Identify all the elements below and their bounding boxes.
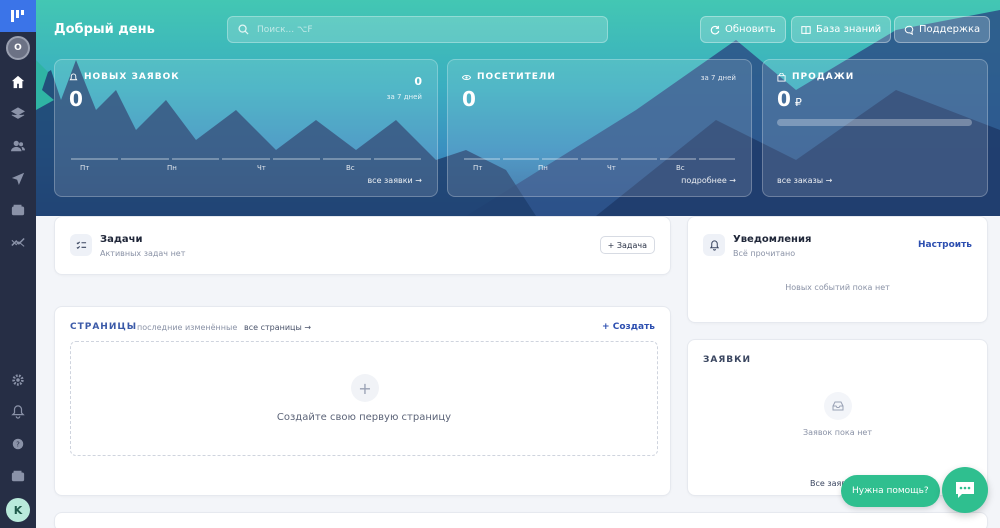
layers-icon[interactable]: [0, 98, 36, 130]
empty-pages-dropzone[interactable]: + Создайте свою первую страницу: [70, 341, 658, 456]
new-leads-title: НОВЫХ ЗАЯВОК: [69, 72, 180, 82]
sales-title: ПРОДАЖИ: [777, 72, 854, 82]
checklist-icon: [70, 234, 92, 256]
search-icon: [238, 24, 249, 35]
day-label: Пн: [538, 164, 548, 172]
search-placeholder: Поиск... ⌥F: [257, 24, 313, 35]
refresh-button[interactable]: Обновить: [700, 16, 786, 43]
sales-card: ПРОДАЖИ 0 ₽ все заказы →: [762, 59, 988, 197]
tasks-card: Задачи Активных задач нет + Задача: [54, 216, 671, 275]
bottom-card: [54, 512, 988, 528]
home-icon[interactable]: [0, 66, 36, 98]
tasks-title: Задачи: [100, 234, 143, 245]
user-avatar[interactable]: K: [6, 498, 30, 522]
leads-panel-title: ЗАЯВКИ: [703, 355, 752, 365]
new-leads-bars: [71, 158, 421, 160]
knowledge-base-label: База знаний: [816, 24, 882, 35]
book-icon: [801, 25, 811, 34]
chat-icon: [956, 482, 974, 498]
day-label: Вс: [346, 164, 355, 172]
bell-icon: [703, 234, 725, 256]
pages-empty-text: Создайте свою первую страницу: [276, 412, 452, 423]
sales-label: ПРОДАЖИ: [792, 72, 855, 82]
day-label: Пт: [80, 164, 90, 172]
workspace-avatar[interactable]: O: [6, 36, 30, 60]
day-label: Вс: [676, 164, 685, 172]
day-label: Чт: [607, 164, 616, 172]
visitors-period: за 7 дней: [700, 74, 736, 82]
all-leads-link[interactable]: все заявки →: [367, 176, 422, 185]
leads-empty-text: Заявок пока нет: [802, 428, 873, 437]
sidebar: O ? K: [0, 0, 36, 528]
new-leads-card: НОВЫХ ЗАЯВОК 0 0 за 7 дней Пт Пн Чт Вс в…: [54, 59, 438, 197]
help-pill[interactable]: Нужна помощь?: [841, 475, 940, 507]
users-icon[interactable]: [0, 130, 36, 162]
support-button[interactable]: Поддержка: [894, 16, 991, 43]
new-leads-period: за 7 дней: [386, 93, 422, 101]
day-label: Чт: [257, 164, 266, 172]
trend-icon[interactable]: [0, 226, 36, 258]
sales-progress-bar: [777, 119, 972, 126]
sales-amount: 0: [777, 87, 791, 111]
support-label: Поддержка: [919, 24, 981, 35]
refresh-icon: [710, 25, 720, 34]
visitors-value: 0: [462, 87, 476, 111]
notifications-subtitle: Всё прочитано: [733, 249, 796, 258]
hero-banner: Добрый день Поиск... ⌥F Обновить База зн…: [36, 0, 1000, 216]
notifications-title: Уведомления: [733, 234, 812, 245]
help-chat-icon[interactable]: ?: [0, 428, 36, 460]
send-icon[interactable]: [0, 162, 36, 194]
search-input[interactable]: Поиск... ⌥F: [227, 16, 608, 43]
chat-widget-button[interactable]: [942, 467, 988, 513]
pages-title: СТРАНИЦЫ: [70, 322, 138, 332]
visitors-details-link[interactable]: подробнее →: [681, 176, 736, 185]
svg-text:?: ?: [16, 441, 20, 449]
visitors-title: ПОСЕТИТЕЛИ: [462, 72, 556, 82]
create-page-button[interactable]: + Создать: [602, 322, 655, 332]
configure-link[interactable]: Настроить: [918, 240, 972, 250]
new-leads-label: НОВЫХ ЗАЯВОК: [84, 72, 180, 82]
bell-icon[interactable]: [0, 396, 36, 428]
inbox-icon: [824, 392, 852, 420]
pages-card: СТРАНИЦЫ последние изменённые все страни…: [54, 306, 671, 496]
plus-icon[interactable]: +: [351, 374, 379, 402]
chat-bubble-icon: [904, 25, 914, 35]
notifications-empty: Новых событий пока нет: [785, 283, 890, 292]
sales-value: 0 ₽: [777, 87, 802, 111]
notifications-card: Уведомления Всё прочитано Настроить Новы…: [687, 216, 988, 323]
logo-icon[interactable]: [0, 0, 36, 32]
wallet-icon[interactable]: [0, 194, 36, 226]
day-label: Пт: [473, 164, 483, 172]
sales-currency: ₽: [794, 96, 802, 109]
refresh-label: Обновить: [725, 24, 776, 35]
new-leads-value: 0: [69, 87, 83, 111]
leads-panel: ЗАЯВКИ Заявок пока нет Все заяв: [687, 339, 988, 496]
all-pages-link[interactable]: все страницы →: [244, 323, 311, 332]
bell-icon: [69, 72, 78, 80]
cart-icon: [777, 72, 786, 82]
pages-recent-label: последние изменённые: [137, 323, 238, 332]
tasks-subtitle: Активных задач нет: [100, 249, 186, 258]
knowledge-base-button[interactable]: База знаний: [791, 16, 892, 43]
billing-icon[interactable]: [0, 460, 36, 492]
add-task-button[interactable]: + Задача: [599, 236, 655, 254]
visitors-card: ПОСЕТИТЕЛИ 0 за 7 дней Пт Пн Чт Вс подро…: [447, 59, 752, 197]
eye-icon: [462, 74, 471, 80]
all-orders-link[interactable]: все заказы →: [777, 176, 832, 185]
gear-icon[interactable]: [0, 364, 36, 396]
create-page-label: Создать: [612, 322, 655, 332]
visitors-bars: [464, 158, 735, 160]
visitors-label: ПОСЕТИТЕЛИ: [477, 72, 556, 82]
day-label: Пн: [167, 164, 177, 172]
new-leads-right-value: 0: [414, 75, 422, 88]
greeting-title: Добрый день: [54, 22, 155, 37]
